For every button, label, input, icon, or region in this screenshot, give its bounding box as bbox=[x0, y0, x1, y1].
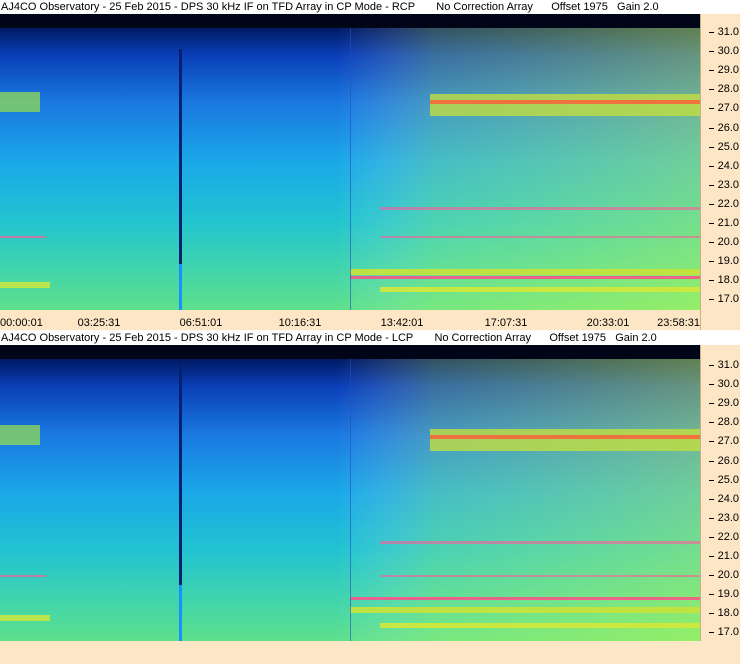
rcp-title: AJ4CO Observatory - 25 Feb 2015 - DPS 30… bbox=[1, 1, 659, 13]
lcp-freq-tick: 28.0 bbox=[708, 416, 739, 429]
rcp-time-tick: 23:58:31 bbox=[657, 317, 700, 329]
rcp-time-tick: 20:33:01 bbox=[586, 317, 630, 329]
rcp-freq-tick: 27.0 bbox=[708, 102, 739, 115]
lcp-freq-tick: 21.0 bbox=[708, 550, 739, 562]
rcp-time-tick: 03:25:31 bbox=[77, 317, 121, 329]
rcp-freq-tick: 19.0 bbox=[708, 255, 739, 268]
rcp-time-tick: 17:07:31 bbox=[484, 317, 528, 329]
lcp-freq-tick: 22.0 bbox=[708, 530, 739, 543]
lcp-freq-tick: 29.0 bbox=[708, 397, 739, 410]
rcp-freq-tick: 29.0 bbox=[708, 64, 739, 77]
rcp-spectrogram[interactable] bbox=[0, 14, 700, 310]
rcp-freq-tick: 21.0 bbox=[708, 217, 739, 229]
rcp-freq-tick: 31.0 bbox=[708, 26, 739, 38]
lcp-frequency-axis: 31.0 30.0 29.0 28.0 27.0 26.0 25.0 24.0 23.0 22.0… bbox=[700, 345, 740, 650]
lcp-freq-tick: 17.0 bbox=[708, 626, 739, 639]
lcp-time-axis-strip bbox=[0, 641, 740, 664]
rcp-freq-tick: 30.0 bbox=[708, 45, 739, 58]
rcp-freq-tick: 23.0 bbox=[708, 178, 739, 191]
lcp-panel: AJ4CO Observatory - 25 Feb 2015 - DPS 30… bbox=[0, 331, 740, 664]
rcp-time-tick: 06:51:01 bbox=[179, 317, 223, 329]
lcp-freq-tick: 26.0 bbox=[708, 454, 739, 467]
lcp-freq-tick: 18.0 bbox=[708, 607, 739, 620]
lcp-freq-tick: 27.0 bbox=[708, 435, 739, 448]
rcp-freq-tick: 28.0 bbox=[708, 83, 739, 96]
rcp-frequency-axis: 31.0 30.0 29.0 28.0 27.0 26.0 25.0 24.0 23.0 22.0… bbox=[700, 14, 740, 330]
lcp-freq-tick: 31.0 bbox=[708, 359, 739, 371]
rcp-time-axis: 00:00:01 03:25:31 06:51:01 10:16:31 13:42:01… bbox=[0, 310, 700, 330]
lcp-spectrogram-image bbox=[0, 345, 700, 641]
rcp-freq-tick: 25.0 bbox=[708, 140, 739, 153]
rcp-time-tick: 13:42:01 bbox=[380, 317, 424, 329]
lcp-freq-tick: 23.0 bbox=[708, 511, 739, 524]
rcp-spectrogram-image bbox=[0, 14, 700, 310]
lcp-spectrogram[interactable] bbox=[0, 345, 700, 641]
rcp-freq-tick: 18.0 bbox=[708, 274, 739, 287]
rcp-freq-tick: 22.0 bbox=[708, 197, 739, 210]
lcp-freq-tick: 19.0 bbox=[708, 588, 739, 601]
lcp-freq-tick: 20.0 bbox=[708, 569, 739, 582]
rcp-freq-tick: 20.0 bbox=[708, 236, 739, 249]
rcp-time-tick: 00:00:01 bbox=[0, 317, 43, 329]
lcp-title: AJ4CO Observatory - 25 Feb 2015 - DPS 30… bbox=[1, 332, 657, 344]
rcp-time-tick: 10:16:31 bbox=[278, 317, 322, 329]
rcp-freq-tick: 26.0 bbox=[708, 121, 739, 134]
lcp-freq-tick: 30.0 bbox=[708, 378, 739, 391]
rcp-panel: AJ4CO Observatory - 25 Feb 2015 - DPS 30… bbox=[0, 0, 740, 330]
rcp-freq-tick: 24.0 bbox=[708, 159, 739, 172]
rcp-freq-tick: 17.0 bbox=[708, 293, 739, 306]
lcp-freq-tick: 24.0 bbox=[708, 492, 739, 505]
lcp-freq-tick: 25.0 bbox=[708, 473, 739, 486]
